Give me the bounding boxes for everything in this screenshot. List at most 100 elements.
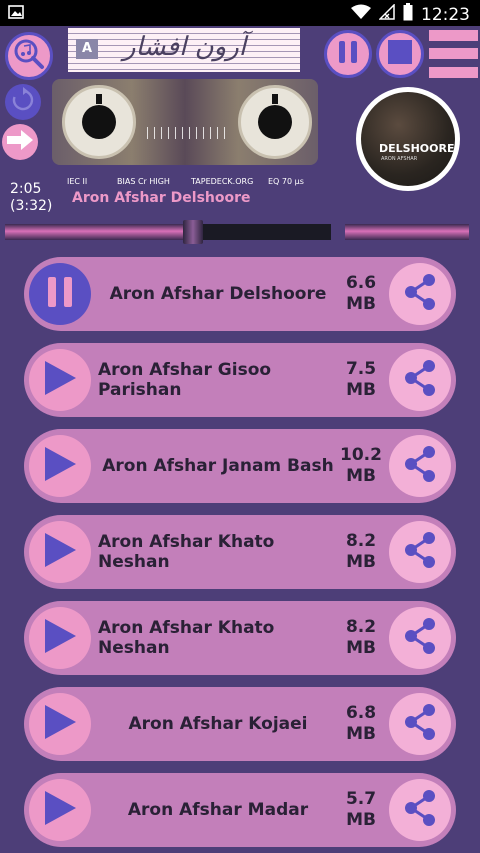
share-button[interactable] bbox=[389, 693, 451, 755]
track-play-button[interactable] bbox=[29, 779, 91, 841]
track-size-unit: MB bbox=[346, 294, 376, 314]
track-play-button[interactable] bbox=[29, 693, 91, 755]
signal-icon bbox=[378, 3, 395, 25]
share-icon bbox=[402, 359, 438, 402]
track-size-unit: MB bbox=[346, 638, 376, 658]
track-pause-button[interactable] bbox=[29, 263, 91, 325]
track-size-unit: MB bbox=[346, 380, 376, 400]
track-size-value: 6.6 bbox=[345, 273, 377, 293]
cassette-tape-window bbox=[52, 79, 318, 165]
track-row[interactable]: Aron Afshar Khato Neshan 8.2 MB bbox=[24, 515, 456, 589]
play-icon bbox=[43, 532, 77, 573]
pause-button[interactable] bbox=[324, 30, 372, 78]
track-size-unit: MB bbox=[346, 552, 376, 572]
stop-button[interactable] bbox=[376, 30, 424, 78]
play-icon bbox=[43, 704, 77, 745]
share-button[interactable] bbox=[389, 349, 451, 411]
track-size-value: 6.8 bbox=[345, 703, 377, 723]
play-icon bbox=[43, 790, 77, 831]
share-icon bbox=[402, 531, 438, 574]
track-row[interactable]: Aron Afshar Delshoore 6.6 MB bbox=[24, 257, 456, 331]
cassette-iec: IEC II bbox=[67, 177, 88, 186]
album-subtitle: ARON AFSHAR bbox=[381, 156, 418, 162]
track-title: Aron Afshar Khato Neshan bbox=[98, 618, 275, 658]
track-play-button[interactable] bbox=[29, 349, 91, 411]
track-row[interactable]: Aron Afshar Janam Bash 10.2 MB bbox=[24, 429, 456, 503]
track-row[interactable]: Aron Afshar Khato Neshan 8.2 MB bbox=[24, 601, 456, 675]
track-size: 8.2 MB bbox=[338, 601, 384, 675]
cassette-brand: TAPEDECK.ORG bbox=[191, 177, 254, 186]
track-title: Aron Afshar Khato Neshan bbox=[98, 532, 275, 572]
share-button[interactable] bbox=[389, 263, 451, 325]
right-reel bbox=[238, 85, 312, 159]
repeat-icon bbox=[10, 86, 36, 118]
status-bar: 12:23 bbox=[0, 0, 480, 26]
next-track-button[interactable] bbox=[2, 124, 38, 160]
arrow-right-icon bbox=[5, 128, 35, 157]
track-title: Aron Afshar Gisoo Parishan bbox=[98, 360, 272, 400]
album-art: DELSHOOREH ARON AFSHAR bbox=[356, 87, 460, 191]
track-size-value: 10.2 bbox=[340, 445, 382, 465]
cassette-bias: BIAS Cr HIGH bbox=[117, 177, 170, 186]
track-size: 8.2 MB bbox=[338, 515, 384, 589]
volume-bar[interactable] bbox=[345, 224, 469, 240]
track-title: Aron Afshar Kojaei bbox=[128, 714, 308, 734]
share-icon bbox=[402, 789, 438, 832]
track-size-unit: MB bbox=[346, 724, 376, 744]
track-play-button[interactable] bbox=[29, 607, 91, 669]
track-title: Aron Afshar Delshoore bbox=[109, 284, 327, 304]
track-size-value: 7.5 bbox=[345, 359, 377, 379]
share-icon bbox=[402, 273, 438, 316]
track-row[interactable]: Aron Afshar Kojaei 6.8 MB bbox=[24, 687, 456, 761]
track-list: Aron Afshar Delshoore 6.6 MB Aron Afshar Gi… bbox=[24, 257, 456, 853]
track-size: 10.2 MB bbox=[338, 429, 384, 503]
album-title: DELSHOOREH bbox=[379, 142, 455, 155]
repeat-button[interactable] bbox=[5, 84, 41, 120]
wifi-icon bbox=[351, 4, 371, 25]
share-button[interactable] bbox=[389, 779, 451, 841]
seek-bar-buffer[interactable] bbox=[203, 224, 331, 240]
track-size-unit: MB bbox=[346, 466, 376, 486]
play-icon bbox=[43, 618, 77, 659]
player-header: A آرون افشار IEC II BIAS Cr HIGH TAPEDEC… bbox=[0, 26, 480, 252]
track-size-value: 8.2 bbox=[345, 531, 377, 551]
seek-bar-thumb[interactable] bbox=[183, 220, 203, 244]
share-icon bbox=[402, 445, 438, 488]
total-duration: (3:32) bbox=[10, 198, 53, 214]
track-title: Aron Afshar Janam Bash bbox=[102, 456, 334, 476]
track-row[interactable]: Aron Afshar Madar 5.7 MB bbox=[24, 773, 456, 847]
share-icon bbox=[402, 617, 438, 660]
pause-icon bbox=[335, 39, 361, 70]
clock: 12:23 bbox=[421, 4, 470, 25]
cassette-eq: EQ 70 µs bbox=[268, 177, 304, 186]
track-size: 6.6 MB bbox=[338, 257, 384, 331]
cassette-side-label: A bbox=[76, 39, 98, 59]
track-play-button[interactable] bbox=[29, 435, 91, 497]
track-size: 6.8 MB bbox=[338, 687, 384, 761]
track-size-value: 8.2 bbox=[345, 617, 377, 637]
track-size-unit: MB bbox=[346, 810, 376, 830]
seek-bar-played[interactable] bbox=[5, 224, 183, 240]
cassette-artist-script: آرون افشار bbox=[123, 32, 247, 62]
share-button[interactable] bbox=[389, 435, 451, 497]
play-icon bbox=[43, 446, 77, 487]
track-title: Aron Afshar Madar bbox=[127, 800, 309, 820]
image-notification-icon bbox=[8, 5, 24, 24]
now-playing-title: Aron Afshar Delshoore bbox=[72, 190, 251, 206]
music-search-button[interactable] bbox=[5, 32, 53, 80]
tape-counter-ticks bbox=[147, 127, 227, 139]
track-size-value: 5.7 bbox=[345, 789, 377, 809]
track-size: 5.7 MB bbox=[338, 773, 384, 847]
track-play-button[interactable] bbox=[29, 521, 91, 583]
stop-icon bbox=[387, 39, 413, 70]
cassette-label: A آرون افشار bbox=[68, 28, 300, 72]
share-button[interactable] bbox=[389, 521, 451, 583]
share-icon bbox=[402, 703, 438, 746]
elapsed-time: 2:05 bbox=[10, 181, 42, 197]
battery-icon bbox=[403, 3, 413, 26]
share-button[interactable] bbox=[389, 607, 451, 669]
menu-button[interactable] bbox=[429, 30, 478, 78]
music-search-icon bbox=[13, 38, 45, 75]
left-reel bbox=[62, 85, 136, 159]
track-row[interactable]: Aron Afshar Gisoo Parishan 7.5 MB bbox=[24, 343, 456, 417]
